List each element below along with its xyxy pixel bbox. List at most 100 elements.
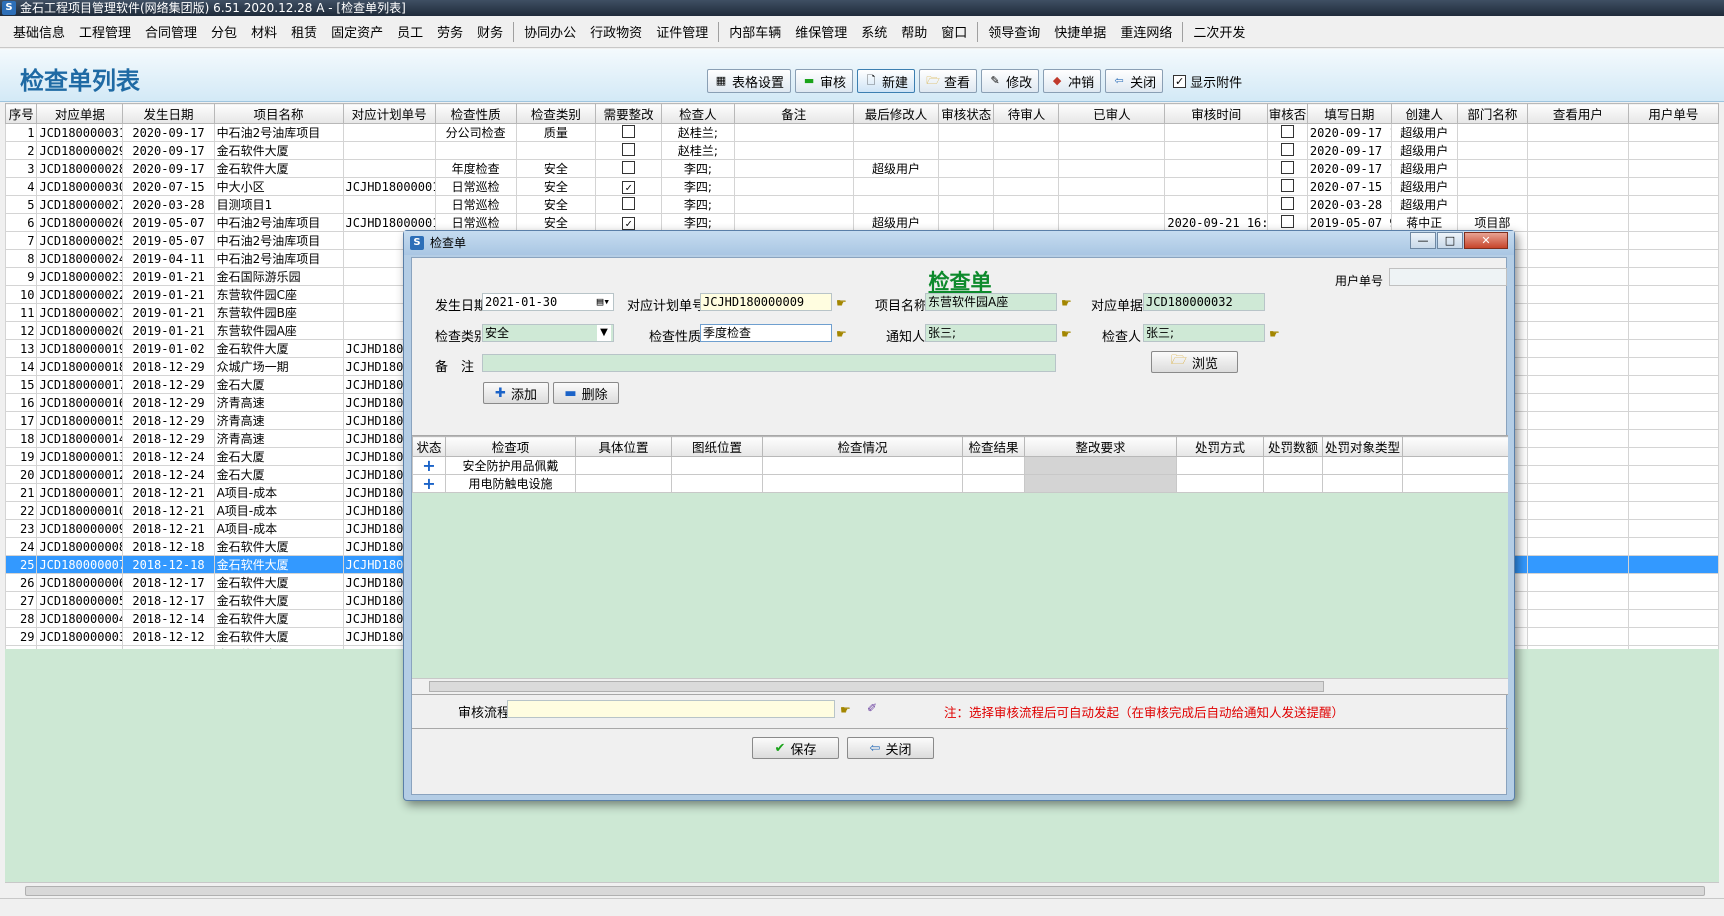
maximize-button[interactable]: □ bbox=[1437, 232, 1463, 249]
sub-column-header[interactable]: 图纸位置 bbox=[671, 436, 763, 457]
table-row[interactable]: 2 JCD180000029 2020-09-17 金石软件大厦 赵桂兰; 2020-09… bbox=[5, 141, 1719, 160]
sub-table-row[interactable]: + 安全防护用品佩戴 bbox=[412, 456, 1508, 475]
table-checkbox[interactable] bbox=[1280, 142, 1294, 156]
view-button[interactable]: 🗁 查看 bbox=[919, 69, 978, 93]
dialog-close-icon[interactable]: ✕ bbox=[1464, 232, 1508, 249]
inspector-picker-icon[interactable]: ☛ bbox=[1269, 327, 1285, 341]
browse-button[interactable]: 🗁 浏览 bbox=[1151, 351, 1238, 373]
column-header[interactable]: 备注 bbox=[733, 103, 855, 124]
sub-column-header[interactable]: 状态 bbox=[412, 436, 446, 457]
nature-picker-icon[interactable]: ☛ bbox=[836, 327, 852, 341]
table-checkbox[interactable] bbox=[622, 160, 636, 174]
menu-item[interactable]: 分包 bbox=[204, 22, 244, 41]
table-checkbox[interactable] bbox=[1280, 196, 1294, 210]
table-checkbox[interactable] bbox=[622, 124, 636, 138]
sub-horizontal-scrollbar[interactable] bbox=[412, 678, 1508, 694]
plan-picker-icon[interactable]: ☛ bbox=[836, 296, 852, 310]
sub-column-header[interactable]: 处罚对象类型 bbox=[1322, 436, 1403, 457]
show-attachments-toggle[interactable]: ✓ 显示附件 bbox=[1173, 72, 1242, 91]
occur-date-input[interactable]: 2021-01-30 ▤▾ bbox=[482, 293, 614, 311]
doc-input[interactable]: JCD180000032 bbox=[1143, 293, 1265, 311]
table-checkbox[interactable]: ✓ bbox=[622, 216, 636, 230]
column-header[interactable]: 审核状态 bbox=[937, 103, 995, 124]
add-row-button[interactable]: ✚ 添加 bbox=[483, 382, 549, 404]
project-picker-icon[interactable]: ☛ bbox=[1061, 296, 1077, 310]
category-select[interactable]: 安全 ▼ bbox=[482, 324, 614, 342]
inspector-input[interactable]: 张三; bbox=[1143, 324, 1265, 342]
main-horizontal-scrollbar[interactable] bbox=[5, 882, 1719, 898]
table-row[interactable]: 6 JCD180000026 2019-05-07 中石油2号油库项目 JCJHD180… bbox=[5, 213, 1719, 232]
notify-picker-icon[interactable]: ☛ bbox=[1061, 327, 1077, 341]
sub-column-header[interactable]: 具体位置 bbox=[575, 436, 672, 457]
menu-item[interactable]: 租赁 bbox=[284, 22, 324, 41]
menu-item[interactable]: 内部车辆 bbox=[722, 22, 788, 41]
column-header[interactable]: 查看用户 bbox=[1527, 103, 1629, 124]
column-header[interactable]: 部门名称 bbox=[1456, 103, 1529, 124]
menu-item[interactable]: 材料 bbox=[244, 22, 284, 41]
menu-item[interactable]: 帮助 bbox=[894, 22, 934, 41]
table-row[interactable]: 4JCD1800000302020-07-15中大小区JCJHD18000001… bbox=[5, 177, 1719, 196]
sub-scroll-thumb[interactable] bbox=[429, 681, 1324, 692]
column-header[interactable]: 已审人 bbox=[1058, 103, 1166, 124]
column-header[interactable]: 填写日期 bbox=[1306, 103, 1392, 124]
main-scroll-thumb[interactable] bbox=[25, 886, 1705, 896]
menu-item[interactable]: 固定资产 bbox=[324, 22, 390, 41]
sub-column-header[interactable]: 整改要求 bbox=[1024, 436, 1177, 457]
sub-column-header[interactable]: 检查结果 bbox=[962, 436, 1025, 457]
menu-item[interactable]: 合同管理 bbox=[138, 22, 204, 41]
menu-item[interactable]: 重连网络 bbox=[1113, 22, 1179, 41]
column-header[interactable]: 序号 bbox=[5, 103, 38, 124]
menu-item[interactable]: 领导查询 bbox=[981, 22, 1047, 41]
plan-no-input[interactable]: JCJHD180000009 bbox=[700, 293, 832, 311]
table-checkbox[interactable] bbox=[1280, 160, 1294, 174]
nature-input[interactable]: 季度检查 bbox=[700, 324, 832, 342]
column-header[interactable]: 对应计划单号 bbox=[342, 103, 436, 124]
menu-item[interactable]: 证件管理 bbox=[649, 22, 715, 41]
column-header[interactable]: 待审人 bbox=[993, 103, 1060, 124]
table-row[interactable]: 3 JCD180000028 2020-09-17 金石软件大厦 年度检查 安全 李四; 超级… bbox=[5, 159, 1719, 178]
column-header[interactable]: 对应单据 bbox=[36, 103, 124, 124]
menu-item[interactable]: 窗口 bbox=[934, 22, 974, 41]
menu-item[interactable]: 二次开发 bbox=[1186, 22, 1252, 41]
table-checkbox[interactable] bbox=[1280, 178, 1294, 192]
column-header[interactable]: 用户单号 bbox=[1627, 103, 1719, 124]
dialog-close-button[interactable]: ⇦ 关闭 bbox=[847, 737, 934, 759]
edit-button[interactable]: ✎ 修改 bbox=[981, 69, 1040, 93]
chevron-down-icon[interactable]: ▼ bbox=[597, 325, 611, 341]
table-checkbox[interactable]: ✓ bbox=[622, 180, 636, 194]
column-header[interactable]: 检查人 bbox=[661, 103, 735, 124]
table-checkbox[interactable] bbox=[1280, 124, 1294, 138]
menu-item[interactable]: 行政物资 bbox=[583, 22, 649, 41]
menu-item[interactable]: 财务 bbox=[470, 22, 510, 41]
table-checkbox[interactable] bbox=[1280, 214, 1294, 228]
notify-input[interactable]: 张三; bbox=[925, 324, 1057, 342]
sub-column-header[interactable]: 检查情况 bbox=[762, 436, 963, 457]
new-button[interactable]: 🗋 新建 bbox=[857, 69, 916, 93]
menu-item[interactable]: 基础信息 bbox=[6, 22, 72, 41]
column-header[interactable]: 审核否 bbox=[1267, 103, 1308, 124]
sub-column-header[interactable]: 处罚数额 bbox=[1263, 436, 1323, 457]
column-header[interactable]: 项目名称 bbox=[213, 103, 344, 124]
column-header[interactable]: 审核时间 bbox=[1164, 103, 1269, 124]
sub-column-header[interactable]: 检查项 bbox=[445, 436, 576, 457]
column-header[interactable]: 最后修改人 bbox=[853, 103, 939, 124]
minimize-button[interactable]: — bbox=[1410, 232, 1436, 249]
table-checkbox[interactable] bbox=[622, 196, 636, 210]
remark-input[interactable] bbox=[482, 354, 1056, 372]
reverse-button[interactable]: ◆ 冲销 bbox=[1043, 69, 1102, 93]
menu-item[interactable]: 协同办公 bbox=[517, 22, 583, 41]
grid-settings-button[interactable]: ▦ 表格设置 bbox=[707, 69, 792, 93]
column-header[interactable]: 发生日期 bbox=[122, 103, 215, 124]
column-header[interactable]: 检查类别 bbox=[515, 103, 597, 124]
menu-item[interactable]: 劳务 bbox=[430, 22, 470, 41]
audit-button[interactable]: ▬ 审核 bbox=[795, 69, 854, 93]
menu-item[interactable]: 员工 bbox=[390, 22, 430, 41]
flow-edit-icon[interactable]: ✐ bbox=[867, 701, 883, 715]
table-row[interactable]: 5 JCD180000027 2020-03-28 目测项目1 日常巡检 安全 李四; 202… bbox=[5, 195, 1719, 214]
project-input[interactable]: 东营软件园A座 bbox=[925, 293, 1057, 311]
delete-row-button[interactable]: ▬ 删除 bbox=[553, 382, 619, 404]
flow-picker-icon[interactable]: ☛ bbox=[840, 703, 856, 717]
show-attachments-checkbox[interactable]: ✓ bbox=[1173, 74, 1187, 88]
save-button[interactable]: ✔ 保存 bbox=[752, 737, 839, 759]
close-button[interactable]: ⇦ 关闭 bbox=[1105, 69, 1164, 93]
